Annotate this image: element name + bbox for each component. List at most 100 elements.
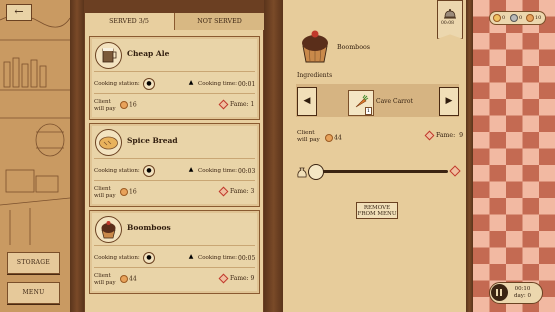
detail-fame-amount: 9 — [459, 132, 464, 139]
tab-not-served[interactable]: NOT SERVED — [174, 13, 264, 30]
wood-post-left — [70, 0, 84, 312]
cooking-time: 00:01 — [238, 81, 256, 88]
chevron-right-icon: ▶ — [445, 96, 453, 106]
dish-name: Spice Bread — [127, 136, 178, 145]
tab-not-served-label: NOT SERVED — [197, 18, 242, 25]
back-button[interactable]: ← — [6, 4, 32, 21]
cooking-time: 00:05 — [238, 255, 256, 262]
coin-icon — [120, 275, 128, 283]
fame-value: Fame: 3 — [218, 186, 255, 197]
pay-value: 16 — [120, 188, 137, 196]
bread-icon — [95, 129, 122, 156]
pot-icon: ● — [143, 252, 155, 264]
pay-amount: 16 — [129, 101, 137, 109]
menu-label: MENU — [22, 289, 45, 296]
dish-card-cheap-ale[interactable]: Cheap Ale Cooking station: ● ▲ Cooking t… — [89, 36, 260, 120]
fame-label: Fame: — [230, 101, 249, 108]
divider — [94, 158, 255, 159]
ingredient-count: 1 — [364, 107, 372, 115]
ingredient-prev-button[interactable]: ◀ — [297, 87, 317, 116]
station-label: Cooking station: — [94, 168, 140, 174]
fame-amount: 9 — [250, 275, 255, 282]
clock-day: day: 0 — [514, 292, 532, 299]
pay-amount: 16 — [129, 188, 137, 196]
remove-from-menu-label: REMOVE FROM MENU — [357, 205, 397, 217]
dish-card-spice-bread[interactable]: Spice Bread Cooking station: ● ▲ Cooking… — [89, 123, 260, 207]
gold-coin-count: 0 — [493, 12, 505, 24]
fame-gem-icon — [424, 130, 435, 141]
cloche-icon: ▲ — [188, 166, 194, 173]
storage-button[interactable]: STORAGE — [7, 252, 60, 274]
divider — [94, 71, 255, 72]
fame-label: Fame: — [230, 188, 249, 195]
checkered-floor-background — [473, 0, 555, 312]
clock-text: 00:10 day: 0 — [514, 286, 531, 299]
time-label: Cooking time: — [198, 168, 238, 174]
detail-fame-value: Fame: 9 — [424, 130, 464, 141]
ingredient-slot[interactable]: 1 — [348, 90, 374, 116]
money-bag-icon — [296, 164, 308, 178]
cloche-icon: ▲ — [188, 79, 194, 86]
clock-time: 00:10 — [514, 286, 531, 292]
client-pay-label: Client will pay — [94, 273, 116, 286]
pay-value: 44 — [120, 275, 137, 283]
game-clock: 00:10 day: 0 — [489, 282, 543, 304]
fame-amount: 3 — [250, 188, 255, 195]
coin-icon — [120, 188, 128, 196]
cupcake-icon — [295, 26, 335, 66]
client-pay-label: Client will pay — [94, 186, 116, 199]
back-arrow-icon: ← — [14, 5, 24, 18]
detail-fame-label: Fame: — [436, 132, 456, 139]
detail-client-pay-label: Client will pay — [297, 130, 320, 143]
chevron-left-icon: ◀ — [303, 96, 311, 106]
wood-post-right — [466, 0, 473, 312]
bell-timer: 00:08 — [441, 21, 454, 26]
dish-name: Cheap Ale — [127, 49, 170, 58]
time-label: Cooking time: — [198, 255, 238, 261]
fame-value: Fame: 1 — [218, 99, 255, 110]
gold-coin-icon — [493, 13, 501, 22]
divider — [94, 93, 255, 94]
fame-gem-icon — [218, 186, 229, 197]
cupcake-icon — [95, 216, 122, 243]
fame-amount: 1 — [250, 101, 255, 108]
dish-name: Boomboos — [127, 223, 171, 232]
client-pay-label: Client will pay — [94, 99, 116, 112]
divider — [94, 245, 255, 246]
wood-post-middle — [264, 0, 283, 312]
coin-icon — [120, 101, 128, 109]
tab-served-label: SERVED 3/5 — [109, 18, 149, 25]
pause-icon — [496, 289, 498, 296]
order-bell-banner[interactable]: 00:08 — [437, 0, 463, 39]
storage-label: STORAGE — [16, 259, 51, 266]
station-label: Cooking station: — [94, 255, 140, 261]
pause-button[interactable] — [491, 284, 508, 301]
currency-counter: 0 0 10 — [489, 11, 546, 25]
tab-served[interactable]: SERVED 3/5 — [85, 13, 173, 30]
coin-icon — [325, 134, 333, 142]
ingredient-next-button[interactable]: ▶ — [439, 87, 459, 116]
dish-card-boomboos[interactable]: Boomboos Cooking station: ● ▲ Cooking ti… — [89, 210, 260, 294]
detail-pay-value: 44 — [325, 134, 342, 142]
fame-value: Fame: 9 — [218, 273, 255, 284]
remove-from-menu-button[interactable]: REMOVE FROM MENU — [356, 202, 398, 219]
detail-pay-amount: 44 — [334, 134, 342, 142]
silver-coin-count: 0 — [510, 12, 522, 24]
menu-button[interactable]: MENU — [7, 282, 60, 304]
detail-dish-name: Boomboos — [337, 44, 371, 51]
oven-icon: ● — [143, 165, 155, 177]
pay-value: 16 — [120, 101, 137, 109]
fame-gem-icon — [218, 273, 229, 284]
price-slider-handle[interactable] — [308, 164, 324, 180]
copper-coin-icon — [526, 13, 534, 22]
silver-coin-icon — [510, 13, 518, 22]
divider — [94, 180, 255, 181]
pay-amount: 44 — [129, 275, 137, 283]
divider — [94, 267, 255, 268]
barrel-icon: ● — [143, 78, 155, 90]
ale-mug-icon — [95, 42, 122, 69]
price-slider-track[interactable] — [316, 170, 448, 173]
fame-label: Fame: — [230, 275, 249, 282]
fame-gem-icon — [218, 99, 229, 110]
station-label: Cooking station: — [94, 81, 140, 87]
